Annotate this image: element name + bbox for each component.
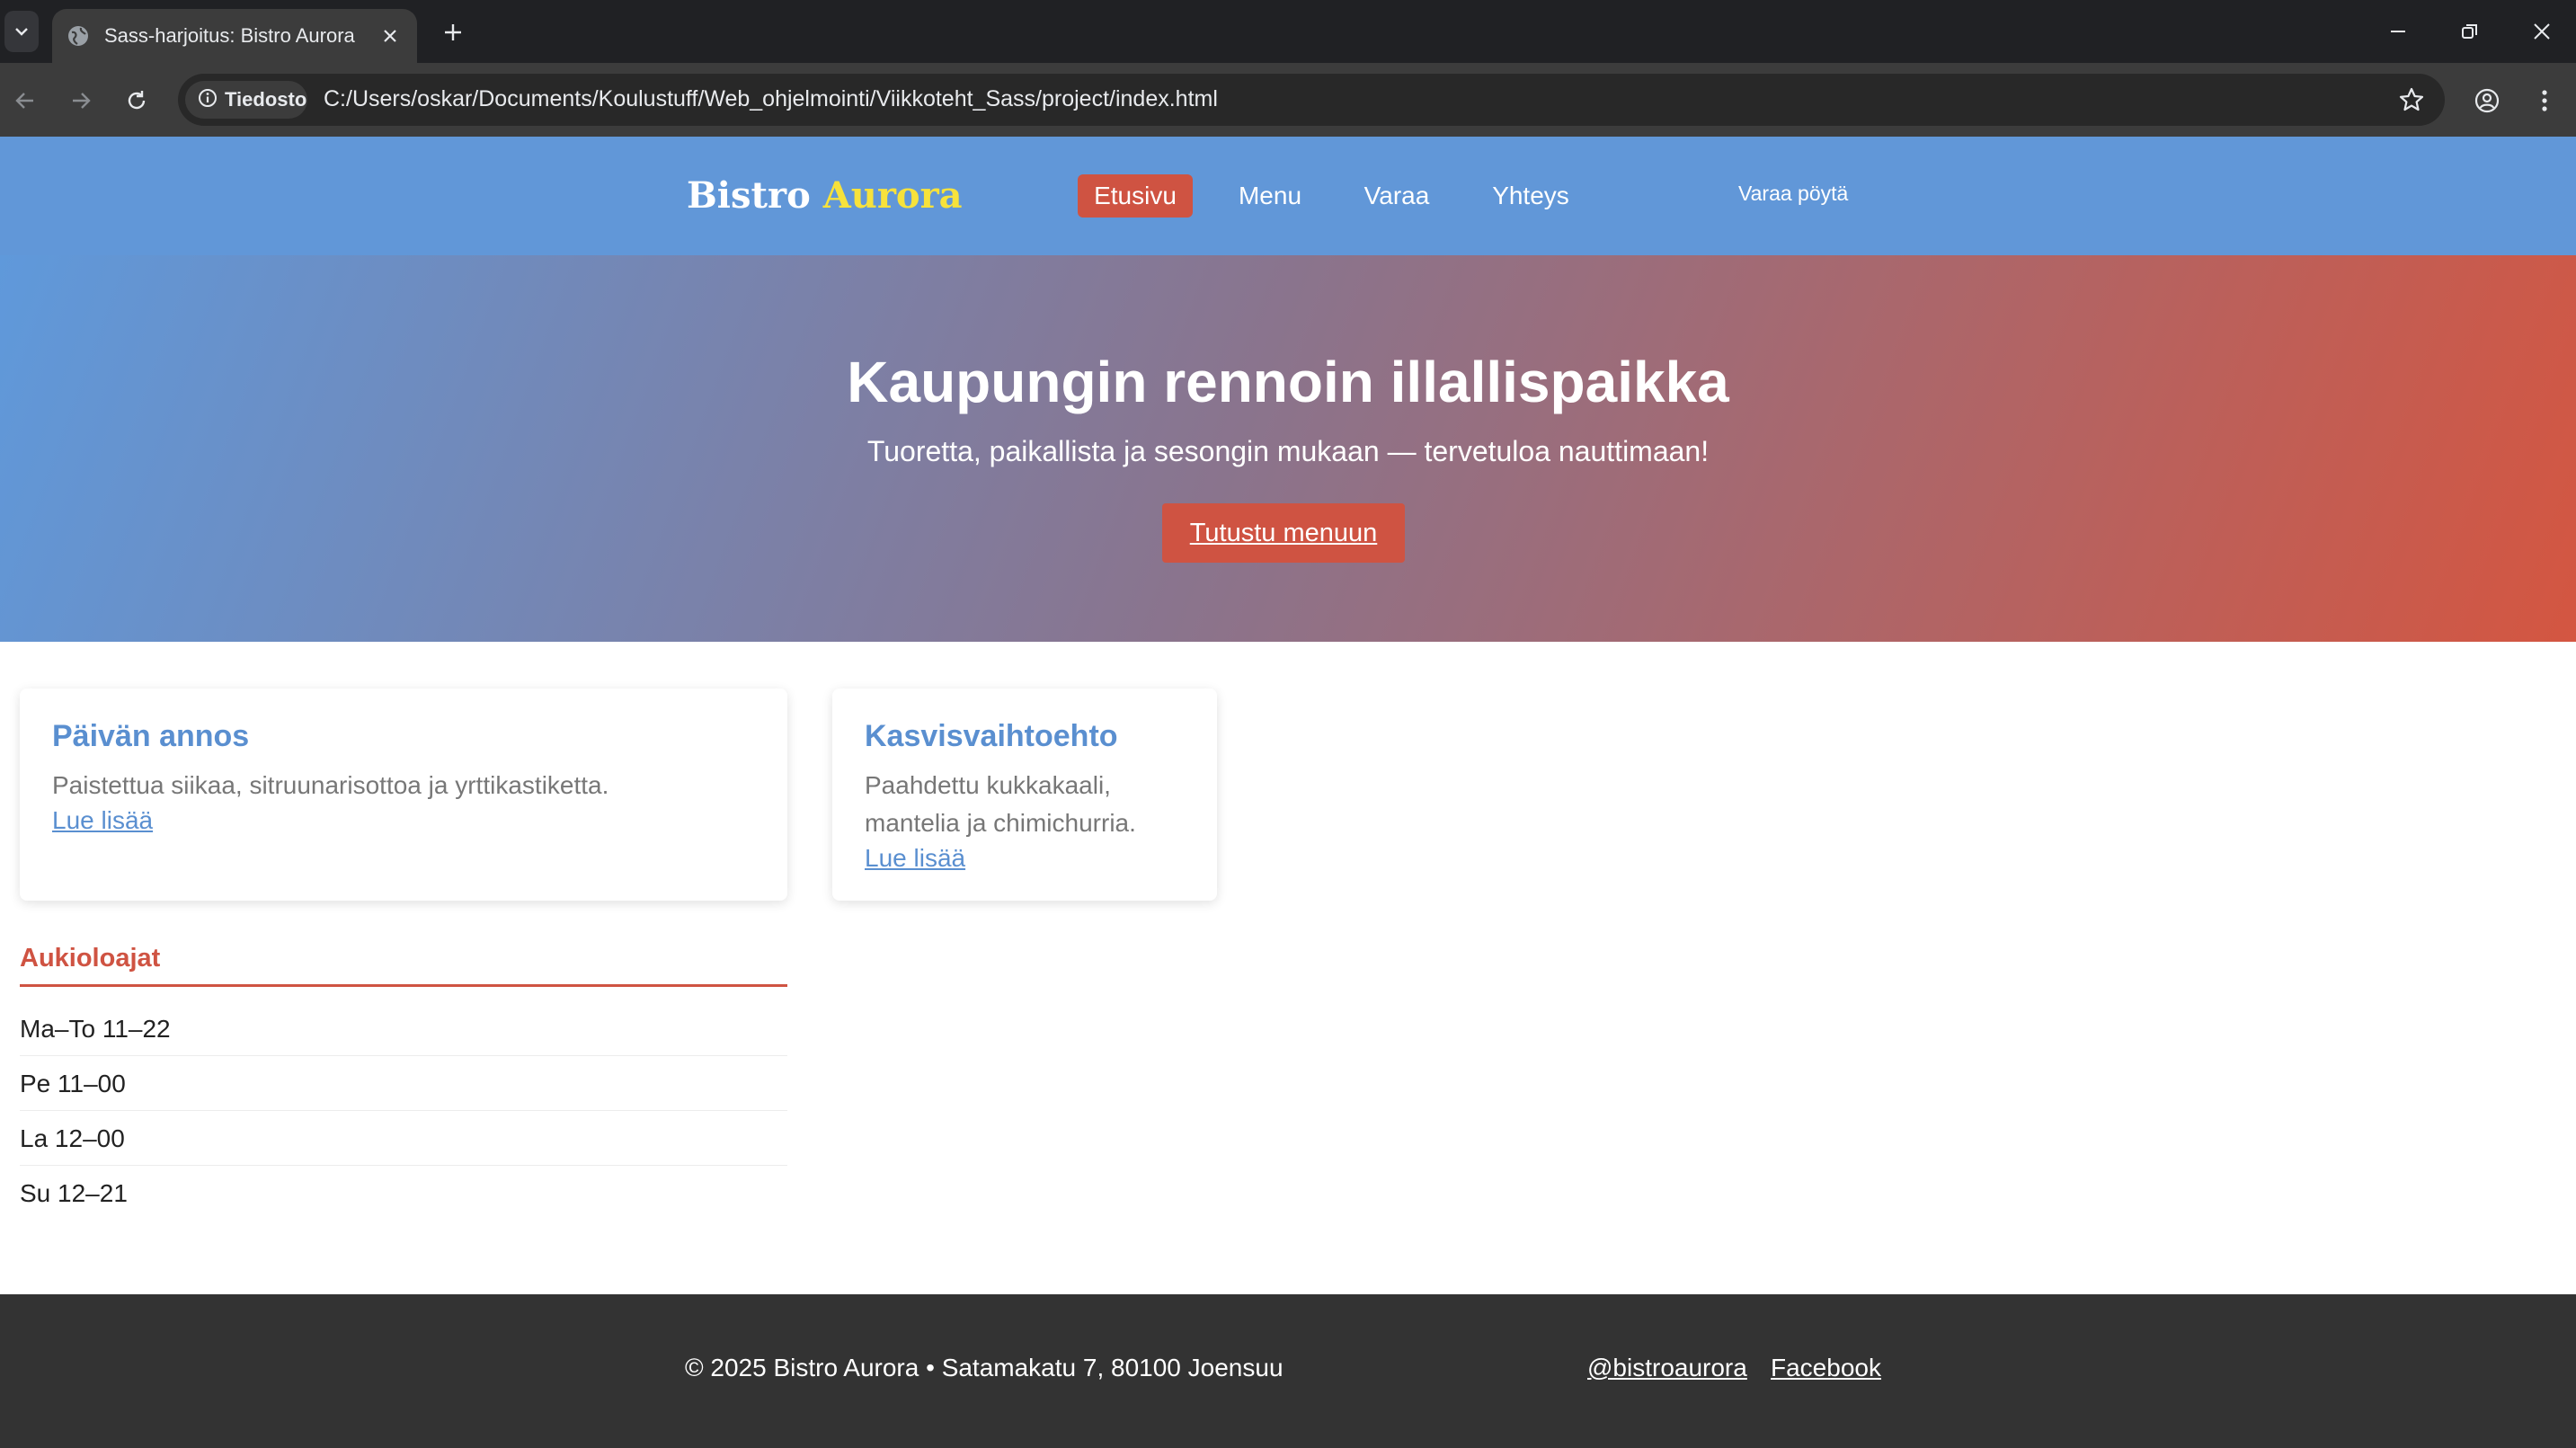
explore-menu-button[interactable]: Tutustu menuun	[1162, 503, 1405, 563]
nav-link-etusivu[interactable]: Etusivu	[1078, 174, 1193, 218]
globe-icon	[67, 24, 90, 48]
site-footer: © 2025 Bistro Aurora • Satamakatu 7, 801…	[0, 1294, 2576, 1448]
reload-icon[interactable]	[117, 81, 156, 120]
restore-icon[interactable]	[2443, 9, 2497, 54]
more-vertical-icon[interactable]	[2526, 82, 2563, 120]
info-icon	[198, 88, 218, 112]
hours-item: Ma–To 11–22	[20, 1001, 787, 1056]
opening-hours: Aukioloajat Ma–To 11–22 Pe 11–00 La 12–0…	[20, 944, 787, 1221]
nav-link-yhteys[interactable]: Yhteys	[1478, 174, 1584, 218]
read-more-link[interactable]: Lue lisää	[52, 804, 153, 837]
plus-icon[interactable]	[435, 14, 471, 50]
hero-subtitle: Tuoretta, paikallista ja sesongin mukaan…	[866, 435, 1710, 467]
card-text: Paistettua siikaa, sitruunarisottoa ja y…	[52, 771, 609, 799]
profile-icon[interactable]	[2468, 82, 2506, 120]
card-text: Paahdettu kukkakaali, mantelia ja chimic…	[865, 771, 1136, 837]
browser-toolbar: Tiedosto C:/Users/oskar/Documents/Koulus…	[0, 63, 2576, 137]
logo-main: Bistro	[687, 174, 811, 217]
card-title: Päivän annos	[52, 719, 250, 753]
site-chip-label: Tiedosto	[225, 88, 307, 111]
site-header: Bistro Aurora Etusivu Menu Varaa Yhteys …	[0, 137, 2576, 255]
logo-accent: Aurora	[822, 174, 963, 217]
hours-item: Su 12–21	[20, 1179, 128, 1207]
daily-dish-card: Päivän annos Paistettua siikaa, sitruuna…	[20, 688, 787, 901]
nav-link-menu[interactable]: Menu	[1226, 174, 1314, 218]
forward-icon[interactable]	[61, 81, 101, 120]
footer-copyright: © 2025 Bistro Aurora • Satamakatu 7, 801…	[685, 1354, 1284, 1381]
nav-link-varaa[interactable]: Varaa	[1352, 174, 1442, 218]
back-icon[interactable]	[5, 81, 45, 120]
browser-tab[interactable]: Sass-harjoitus: Bistro Aurora	[52, 9, 417, 63]
url-text[interactable]: C:/Users/oskar/Documents/Koulustuff/Web_…	[324, 86, 1218, 112]
hours-item: La 12–00	[20, 1111, 787, 1166]
hero-title: Kaupungin rennoin illallispaikka	[847, 350, 1729, 414]
site-info-chip[interactable]: Tiedosto	[185, 81, 307, 119]
star-icon[interactable]	[2398, 86, 2425, 113]
tab-title: Sass-harjoitus: Bistro Aurora	[104, 24, 355, 47]
hero-section: Kaupungin rennoin illallispaikka Tuorett…	[0, 255, 2576, 642]
close-window-icon[interactable]	[2515, 9, 2569, 54]
vegetarian-card: Kasvisvaihtoehto Paahdettu kukkakaali, m…	[832, 688, 1217, 901]
opening-hours-list: Ma–To 11–22 Pe 11–00 La 12–00 Su 12–21	[20, 1001, 787, 1221]
hours-item: Pe 11–00	[20, 1056, 787, 1111]
reserve-table-link[interactable]: Varaa pöytä	[1738, 182, 1848, 206]
card-title: Kasvisvaihtoehto	[865, 719, 1118, 753]
footer-link-facebook[interactable]: Facebook	[1771, 1354, 1881, 1382]
browser-tabstrip: Sass-harjoitus: Bistro Aurora	[0, 0, 2576, 63]
site-logo[interactable]: Bistro Aurora	[687, 174, 963, 217]
minimize-icon[interactable]	[2371, 9, 2425, 54]
footer-link-instagram[interactable]: @bistroaurora	[1587, 1354, 1747, 1382]
tab-search-icon[interactable]	[4, 11, 39, 52]
read-more-link[interactable]: Lue lisää	[865, 842, 965, 875]
opening-hours-title: Aukioloajat	[20, 944, 787, 987]
address-bar[interactable]: Tiedosto C:/Users/oskar/Documents/Koulus…	[178, 74, 2445, 126]
close-icon[interactable]	[378, 23, 403, 49]
